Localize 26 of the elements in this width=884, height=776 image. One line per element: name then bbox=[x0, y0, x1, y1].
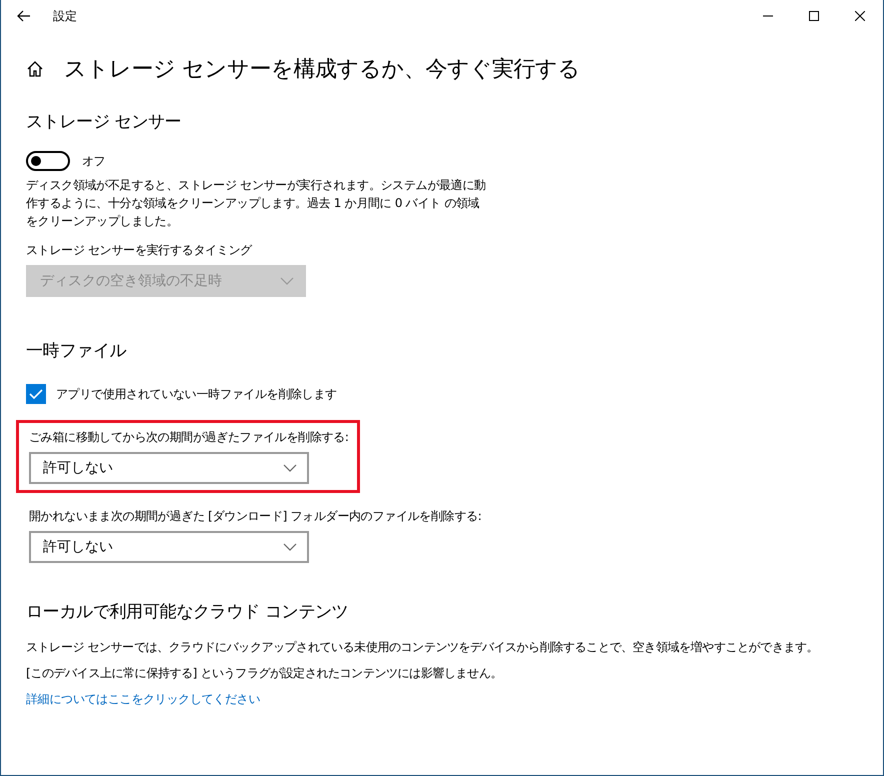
close-icon[interactable] bbox=[855, 11, 865, 21]
back-arrow-icon[interactable] bbox=[17, 10, 31, 22]
paragraph: ストレージ センサーでは、クラウドにバックアップされている未使用のコンテンツをデバイスから削除することで、空き領域を増やすことができます。 bbox=[26, 639, 820, 656]
checkbox-label: アプリで使用されていない一時ファイルを削除します bbox=[56, 386, 337, 402]
chevron-icon bbox=[280, 277, 294, 285]
section-heading: ストレージ センサー bbox=[26, 111, 182, 133]
section-heading: 一時ファイル bbox=[26, 340, 128, 362]
home-icon[interactable] bbox=[26, 60, 44, 78]
section-heading: ローカルで利用可能なクラウド コンテンツ bbox=[26, 601, 350, 623]
paragraph: [このデバイス上に常に保持する] というフラグが設定されたコンテンツには影響しません。 bbox=[26, 665, 503, 682]
dropdown[interactable]: 許可しない bbox=[29, 452, 309, 484]
window-title: 設定 bbox=[53, 8, 78, 24]
chevron-icon bbox=[283, 543, 297, 551]
maximize-icon[interactable] bbox=[809, 11, 819, 21]
page-title: ストレージ センサーを構成するか、今すぐ実行する bbox=[64, 56, 580, 84]
checkbox[interactable] bbox=[26, 384, 46, 404]
toggle-label: オフ bbox=[82, 152, 106, 170]
dropdown[interactable]: 許可しない bbox=[29, 531, 309, 563]
field-label: ごみ箱に移動してから次の期間が過ぎたファイルを削除する: bbox=[29, 429, 349, 446]
toggle-switch[interactable] bbox=[26, 151, 70, 171]
help-link[interactable]: 詳細についてはここをクリックしてください bbox=[26, 691, 858, 708]
description: ディスク領域が不足すると、ストレージ センサーが実行されます。システムが最適に動作するように、十分な領域をクリーンアップします。過去 1 か月間に 0 バイト の領域をクリーンアップしました。 bbox=[26, 177, 487, 230]
field-label: 開かれないまま次の期間が過ぎた [ダウンロード] フォルダー内のファイルを削除する: bbox=[29, 508, 482, 525]
chevron-icon bbox=[283, 464, 297, 472]
field-label: ストレージ センサーを実行するタイミング bbox=[26, 242, 254, 259]
check-icon bbox=[29, 388, 43, 400]
